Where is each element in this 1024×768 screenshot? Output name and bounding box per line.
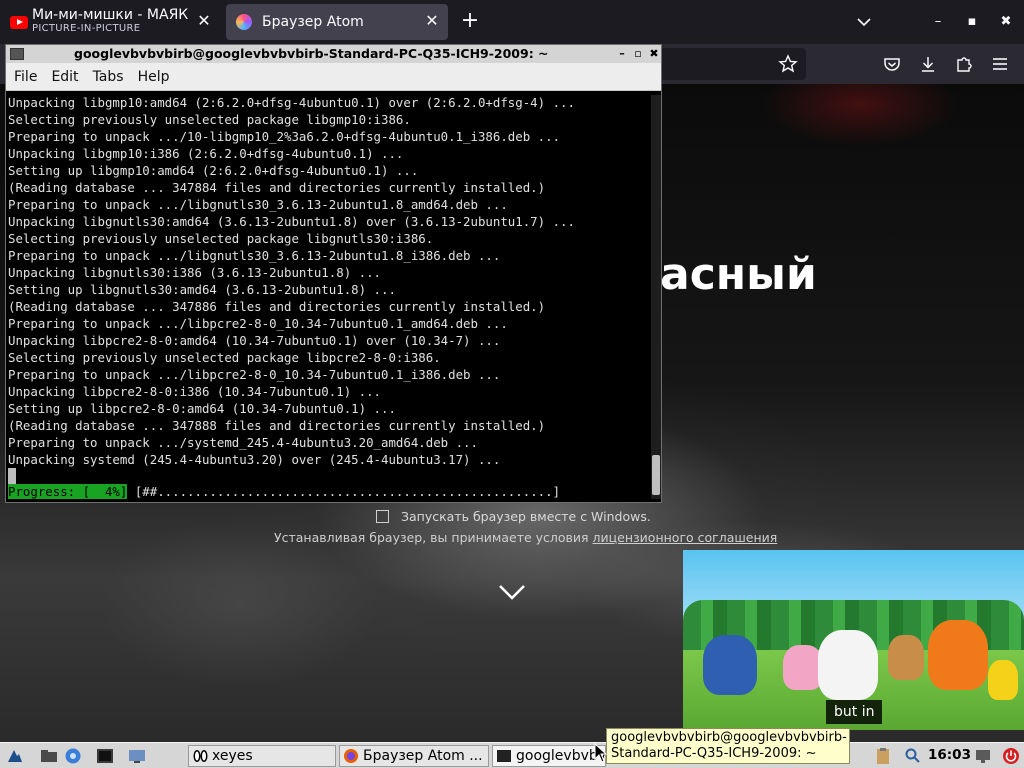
progress-bar: [##.....................................… <box>127 484 561 499</box>
terminal-line: Preparing to unpack .../systemd_245.4-4u… <box>8 435 478 450</box>
file-manager-icon[interactable] <box>40 747 58 765</box>
terminal-maximize-button[interactable]: ▫ <box>631 45 645 63</box>
tab-title: Ми-ми-мишки - МАЯК - … <box>32 8 192 23</box>
scroll-down-chevron-icon[interactable] <box>497 582 527 602</box>
terminal-cursor <box>8 468 16 484</box>
firefox-icon <box>344 749 358 763</box>
terminal-line: Preparing to unpack .../libpcre2-8-0_10.… <box>8 367 501 382</box>
browser-tab-bar: Ми-ми-мишки - МАЯК - … PICTURE-IN-PICTUR… <box>0 0 1024 44</box>
task-terminal[interactable]: googlevbvbv... <box>492 745 606 767</box>
cartoon-character-white <box>818 630 878 700</box>
list-all-tabs-icon[interactable] <box>854 12 874 32</box>
menu-help[interactable]: Help <box>138 69 170 85</box>
terms-prefix: Устанавливая браузер, вы принимаете усло… <box>274 530 593 545</box>
terminal-line: Selecting previously unselected package … <box>8 350 441 365</box>
menu-edit[interactable]: Edit <box>51 69 78 85</box>
autostart-option[interactable]: Запускать браузер вместе с Windows. <box>376 509 651 524</box>
page-headline: асный <box>660 249 817 300</box>
progress-label: Progress: [ 4%] <box>8 484 128 499</box>
video-subtitle-caption: but in <box>826 700 883 724</box>
terminal-menu-bar: File Edit Tabs Help <box>6 63 661 91</box>
terminal-icon <box>497 750 511 762</box>
clipboard-icon[interactable] <box>874 747 892 765</box>
terminal-line: Unpacking libpcre2-8-0:i386 (10.34-7ubun… <box>8 384 381 399</box>
downloads-icon[interactable] <box>918 54 938 74</box>
terminal-window[interactable]: googlevbvbvbirb@googlevbvbvbirb-Standard… <box>5 44 662 503</box>
cartoon-character-brown <box>888 635 924 680</box>
cartoon-character-orange <box>928 620 988 690</box>
task-label: xeyes <box>212 748 253 764</box>
tab-close-icon[interactable]: ✕ <box>196 13 212 29</box>
terminal-close-button[interactable]: ✖ <box>647 45 661 63</box>
terminal-scrollbar[interactable] <box>651 95 661 499</box>
tab-pip-video[interactable]: Ми-ми-мишки - МАЯК - … PICTURE-IN-PICTUR… <box>4 4 220 40</box>
cartoon-character-yellow <box>988 660 1018 700</box>
search-icon[interactable] <box>904 747 922 765</box>
xeyes-icon <box>193 750 208 762</box>
web-browser-icon[interactable] <box>64 747 82 765</box>
maximize-button[interactable]: ▪ <box>962 12 982 32</box>
taskbar-clock[interactable]: 16:03 <box>928 747 971 763</box>
terminal-line: Setting up libgnutls30:amd64 (3.6.13-2ub… <box>8 282 396 297</box>
power-icon[interactable] <box>1002 747 1020 765</box>
task-xeyes[interactable]: xeyes <box>188 745 336 767</box>
tab-atom-browser[interactable]: Браузер Atom ✕ <box>226 4 448 40</box>
license-terms-text: Устанавливая браузер, вы принимаете усло… <box>274 530 777 545</box>
minimize-button[interactable]: – <box>928 12 948 32</box>
terminal-line: Setting up libpcre2-8-0:amd64 (10.34-7ub… <box>8 401 396 416</box>
terminal-line: Preparing to unpack .../10-libgmp10_2%3a… <box>8 129 561 144</box>
terminal-line: Unpacking libpcre2-8-0:amd64 (10.34-7ubu… <box>8 333 501 348</box>
youtube-icon <box>10 15 28 29</box>
terminal-line: Preparing to unpack .../libgnutls30_3.6.… <box>8 197 508 212</box>
terminal-minimize-button[interactable]: – <box>615 45 629 63</box>
menu-tabs[interactable]: Tabs <box>93 69 124 85</box>
tab-close-icon[interactable]: ✕ <box>424 13 440 29</box>
mouse-cursor-icon <box>594 743 608 763</box>
terminal-line: (Reading database ... 347888 files and d… <box>8 418 546 433</box>
extensions-icon[interactable] <box>954 54 974 74</box>
terminal-line: (Reading database ... 347884 files and d… <box>8 180 546 195</box>
terminal-line: Preparing to unpack .../libpcre2-8-0_10.… <box>8 316 508 331</box>
terminal-line: Unpacking systemd (245.4-4ubuntu3.20) ov… <box>8 452 501 467</box>
tab-subtitle: PICTURE-IN-PICTURE <box>32 23 141 34</box>
terminal-title-bar[interactable]: googlevbvbvbirb@googlevbvbvbirb-Standard… <box>6 45 661 63</box>
bookmark-star-icon[interactable] <box>778 54 798 74</box>
cartoon-character-pink <box>783 645 823 690</box>
show-desktop-icon[interactable] <box>128 747 146 765</box>
network-icon[interactable] <box>974 747 992 765</box>
terminal-launcher-icon[interactable] <box>96 747 114 765</box>
terminal-line: Unpacking libgmp10:i386 (2:6.2.0+dfsg-4u… <box>8 146 404 161</box>
autostart-label: Запускать браузер вместе с Windows. <box>401 509 651 524</box>
apt-progress-line: Progress: [ 4%] [##.....................… <box>8 483 648 500</box>
terminal-output[interactable]: Unpacking libgmp10:amd64 (2:6.2.0+dfsg-4… <box>8 94 648 499</box>
terminal-line: Unpacking libgnutls30:i386 (3.6.13-2ubun… <box>8 265 381 280</box>
terminal-scroll-thumb[interactable] <box>652 455 660 495</box>
terminal-line: Preparing to unpack .../libgnutls30_3.6.… <box>8 248 501 263</box>
task-label: googlevbvbv... <box>516 748 605 764</box>
atom-browser-icon <box>236 14 252 30</box>
pocket-icon[interactable] <box>882 54 902 74</box>
autostart-checkbox[interactable] <box>376 510 389 523</box>
terminal-title: googlevbvbvbirb@googlevbvbvbirb-Standard… <box>74 46 549 61</box>
license-agreement-link[interactable]: лицензионного соглашения <box>593 530 778 545</box>
picture-in-picture-video[interactable]: but in <box>683 550 1024 730</box>
terminal-line: (Reading database ... 347886 files and d… <box>8 299 546 314</box>
task-atom-browser[interactable]: Браузер Atom ... <box>339 745 489 767</box>
close-window-button[interactable]: ✖ <box>996 12 1016 32</box>
terminal-line: Unpacking libgmp10:amd64 (2:6.2.0+dfsg-4… <box>8 95 575 110</box>
tab-title: Браузер Atom <box>262 14 364 30</box>
cartoon-character-blue <box>703 635 757 695</box>
terminal-line: Selecting previously unselected package … <box>8 112 411 127</box>
menu-hamburger-icon[interactable] <box>990 54 1010 74</box>
start-menu-icon[interactable] <box>6 747 24 765</box>
menu-file[interactable]: File <box>14 69 37 85</box>
task-label: Браузер Atom ... <box>363 748 483 764</box>
taskbar: xeyes Браузер Atom ... googlevbvbv... 16… <box>0 742 1024 768</box>
terminal-line: Selecting previously unselected package … <box>8 231 434 246</box>
new-tab-button[interactable]: + <box>458 10 482 32</box>
terminal-window-icon[interactable] <box>10 48 24 60</box>
taskbar-tooltip: googlevbvbvbirb@googlevbvbvbirb-Standard… <box>606 728 850 764</box>
terminal-line: Unpacking libgnutls30:amd64 (3.6.13-2ubu… <box>8 214 575 229</box>
terminal-line: Setting up libgmp10:amd64 (2:6.2.0+dfsg-… <box>8 163 419 178</box>
